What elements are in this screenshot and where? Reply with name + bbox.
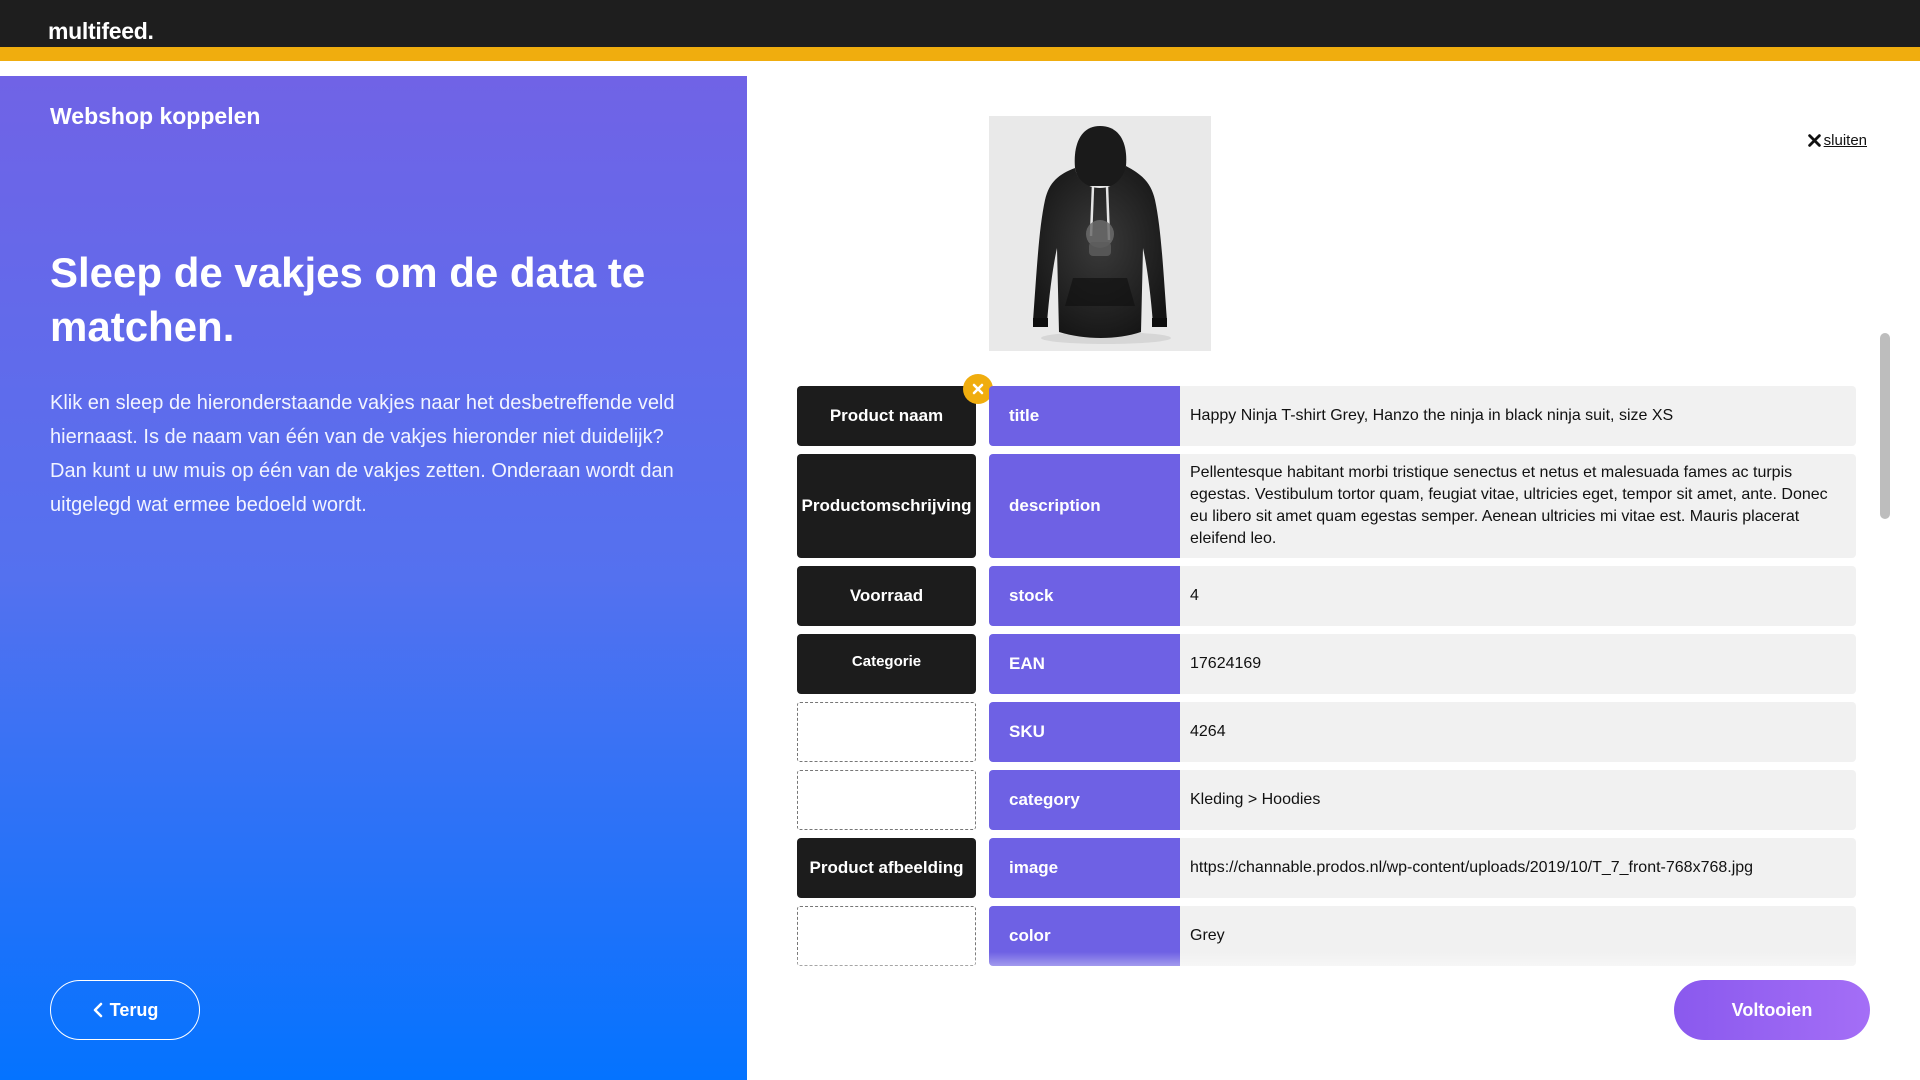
field-name: stock: [989, 566, 1180, 626]
mapping-row-sku: SKU 4264: [797, 702, 1857, 762]
mapping-row-image: Product afbeelding image https://channab…: [797, 838, 1857, 898]
field-value: 4264: [1180, 702, 1856, 762]
hoodie-icon: [1033, 126, 1171, 344]
instructions-text: Klik en sleep de hieronderstaande vakjes…: [50, 392, 675, 516]
field-name: EAN: [989, 634, 1180, 694]
left-panel: Webshop koppelen Sleep de vakjes om de d…: [0, 76, 747, 1080]
mapping-row-category: category Kleding > Hoodies: [797, 770, 1857, 830]
mapping-row-title: Product naam title Happy Ninja T-shirt G…: [797, 374, 1857, 446]
close-icon: [972, 383, 984, 395]
drag-tile-productomschrijving[interactable]: Productomschrijving: [797, 454, 976, 558]
drag-tile-voorraad[interactable]: Voorraad: [797, 566, 976, 626]
field-value: Happy Ninja T-shirt Grey, Hanzo the ninj…: [1180, 386, 1856, 446]
field-name: category: [989, 770, 1180, 830]
field-value: 4: [1180, 566, 1856, 626]
field-name: title: [989, 386, 1180, 446]
empty-drop-slot[interactable]: [797, 770, 976, 830]
field-value: Kleding > Hoodies: [1180, 770, 1856, 830]
empty-drop-slot[interactable]: [797, 702, 976, 762]
back-button[interactable]: Terug: [50, 980, 200, 1040]
vertical-scrollbar[interactable]: [1880, 333, 1890, 519]
field-value: https://channable.prodos.nl/wp-content/u…: [1180, 838, 1856, 898]
close-icon: [1807, 134, 1821, 147]
drag-tile-product-naam[interactable]: Product naam: [797, 386, 976, 446]
close-link[interactable]: sluiten: [1807, 132, 1867, 149]
page-heading: Sleep de vakjes om de data te matchen.: [50, 249, 646, 350]
top-bar-accent-stripe: [0, 47, 1920, 61]
drag-tile-categorie[interactable]: Categorie: [797, 634, 976, 694]
multifeed-logo[interactable]: multifeed.: [48, 18, 154, 45]
field-value: 17624169: [1180, 634, 1856, 694]
field-name: SKU: [989, 702, 1180, 762]
field-name: description: [989, 454, 1180, 558]
close-link-label: sluiten: [1823, 132, 1867, 149]
mapping-row-description: Productomschrijving description Pellente…: [797, 454, 1857, 558]
top-bar: multifeed.: [0, 0, 1920, 61]
field-name: image: [989, 838, 1180, 898]
chevron-left-icon: [93, 1002, 102, 1018]
product-image: [989, 116, 1211, 351]
field-value: Pellentesque habitant morbi tristique se…: [1180, 454, 1856, 558]
back-button-label: Terug: [109, 999, 159, 1020]
right-panel: sluiten Product naam title Happy Ninja T…: [747, 76, 1920, 1080]
drag-tile-product-afbeelding[interactable]: Product afbeelding: [797, 838, 976, 898]
mapping-row-ean: Categorie EAN 17624169: [797, 634, 1857, 694]
section-title: Webshop koppelen: [50, 103, 261, 129]
finish-button[interactable]: Voltooien: [1674, 980, 1870, 1040]
mapping-row-stock: Voorraad stock 4: [797, 566, 1857, 626]
mapping-list[interactable]: Product naam title Happy Ninja T-shirt G…: [797, 372, 1857, 972]
